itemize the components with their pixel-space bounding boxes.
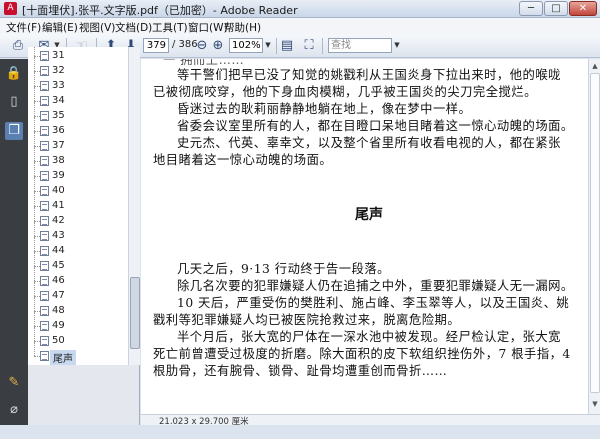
bookmarks-scrollbar[interactable] [128,47,140,365]
bookmark-page-icon [40,111,49,121]
doc-line: 根肋骨，还有腕骨、锁骨、趾骨均遭重创而骨折…… [153,364,448,378]
doc-line: 昏迷过去的耿莉丽静静地躺在地上，像在梦中一样。 [177,102,472,116]
status-bar: 21.023 x 29.700 厘米 [141,414,600,427]
list-item[interactable]: 39 [32,162,126,183]
bookmark-page-icon [40,81,49,91]
list-item[interactable]: 50 [32,327,126,348]
adobe-reader-icon: A [4,2,17,15]
list-item[interactable]: 40 [32,177,126,198]
bookmark-page-icon [40,51,49,61]
bookmark-page-icon [40,351,49,361]
list-item[interactable]: 35 [32,102,126,123]
list-item[interactable]: 45 [32,252,126,273]
menu-bar: 文件(F) 编辑(E) 视图(V) 文档(D) 工具(T) 窗口(W) 帮助(H… [0,18,600,34]
list-item[interactable]: 42 [32,207,126,228]
bookmark-page-icon [40,246,49,256]
list-item[interactable]: 41 [32,192,126,213]
doc-line: 省委会议室里所有的人，都在目瞪口呆地目睹着这一惊心动魄的场面。 [177,119,574,133]
document-scrollbar[interactable]: ▲ ▼ [588,59,600,414]
toolbar-separator [276,38,277,54]
minimize-button[interactable]: ─ [519,1,543,16]
bookmark-page-icon [40,66,49,76]
attachments-icon[interactable]: ⌀ [5,401,23,419]
chapter-heading: 尾声 [355,207,383,223]
page-number-input[interactable]: 379 [143,38,169,53]
fit-page-icon[interactable]: ▤ [279,38,295,54]
bookmark-page-icon [40,336,49,346]
print-icon[interactable]: ⎙ [10,38,26,54]
bookmark-page-icon [40,96,49,106]
scroll-up-icon[interactable]: ▲ [590,61,600,71]
list-item[interactable]: 43 [32,222,126,243]
document-view: 一 拥而上…… 等干警们把早已没了知觉的姚戳利从王国炎身下拉出来时，他的喉咙 已… [141,59,588,414]
menu-tools[interactable]: 工具(T) [152,20,188,35]
bookmark-page-icon [40,201,49,211]
list-item[interactable]: 44 [32,237,126,258]
zoom-out-icon[interactable]: ⊖ [194,38,210,54]
list-item[interactable]: 31 [32,47,126,63]
comments-icon[interactable]: ✎ [5,374,23,392]
bookmark-page-icon [40,261,49,271]
list-item[interactable]: 46 [32,267,126,288]
list-item[interactable]: 49 [32,312,126,333]
window-bottom-edge [0,425,600,439]
document-scroll-thumb[interactable] [590,73,600,393]
menu-document[interactable]: 文档(D) [115,20,152,35]
doc-line: 史元杰、代英、辜幸文，以及整个省里所有收看电视的人，都在紧张 [177,136,561,150]
list-item[interactable]: 34 [32,87,126,108]
scroll-down-icon[interactable]: ▼ [590,399,600,409]
maximize-button[interactable]: □ [544,1,568,16]
search-dropdown-icon[interactable]: ▼ [392,38,402,53]
list-item[interactable]: 38 [32,147,126,168]
doc-line: 几天之后，9·13 行动终于告一段落。 [177,262,390,276]
list-item[interactable]: 48 [32,297,126,318]
list-item[interactable]: 33 [32,72,126,93]
menu-help[interactable]: 帮助(H) [224,20,261,35]
bookmark-page-icon [40,276,49,286]
doc-line: 戳利等犯罪嫌疑人均已被医院抢救过来，脱离危险期。 [153,313,461,327]
doc-line: 死亡前曾遭受过极度的折磨。除大面积的皮下软组织挫伤外，7 根手指，4 [153,347,571,361]
bookmark-page-icon [40,141,49,151]
list-item[interactable]: 47 [32,282,126,303]
doc-line: 10 天后，严重受伤的樊胜利、施占峰、李玉翠等人，以及王国炎、姚 [177,296,570,310]
bookmark-page-icon [40,126,49,136]
doc-line: 除几名次要的犯罪嫌疑人仍在追捕之中外，重要犯罪嫌疑人无一漏网。 [177,279,574,293]
zoom-in-icon[interactable]: ⊕ [210,38,226,54]
doc-line: 已被彻底咬穿，他的下身血肉模糊，几乎被王国炎的尖刀完全搅烂。 [153,85,537,99]
menu-file[interactable]: 文件(F) [6,20,41,35]
bookmark-page-icon [40,156,49,166]
lock-icon[interactable]: 🔒 [5,65,23,83]
pages-icon[interactable]: ▯ [5,93,23,111]
menu-edit[interactable]: 编辑(E) [42,20,78,35]
search-input[interactable]: 查找 [328,38,392,53]
list-item[interactable]: 32 [32,57,126,78]
window-title: [十面埋伏].张平.文字版.pdf（已加密）- Adobe Reader [22,4,298,17]
toolbar-separator [322,38,323,54]
doc-line: 半个月后，张大宽的尸体在一深水池中被发现。经尸检认定，张大宽 [177,330,561,344]
doc-line: 地目睹着这一惊心动魄的场面。 [153,153,333,167]
close-button[interactable]: ✕ [569,1,597,16]
bookmark-page-icon [40,186,49,196]
list-item[interactable]: 37 [32,132,126,153]
bookmarks-icon[interactable]: ❐ [5,122,23,140]
bookmark-page-icon [40,216,49,226]
title-bar: A [十面埋伏].张平.文字版.pdf（已加密）- Adobe Reader ─… [0,0,600,18]
navigation-pane-strip: 🔒 ▯ ❐ ✎ ⌀ [0,59,28,425]
bookmark-page-icon [40,306,49,316]
bookmarks-scroll-thumb[interactable] [130,277,140,349]
doc-line: 等干警们把早已没了知觉的姚戳利从王国炎身下拉出来时，他的喉咙 [177,68,561,82]
bookmark-page-icon [40,231,49,241]
menu-window[interactable]: 窗口(W) [188,20,228,35]
list-item[interactable]: 36 [32,117,126,138]
list-item-selected[interactable]: 尾声 [32,342,126,365]
bookmark-list: 31 32 33 34 35 36 37 38 39 40 41 42 43 4… [28,47,128,365]
fit-width-icon[interactable]: ⛶ [301,38,317,54]
bookmark-page-icon [40,171,49,181]
bookmark-page-icon [40,291,49,301]
bookmark-page-icon [40,321,49,331]
menu-view[interactable]: 视图(V) [79,20,115,35]
zoom-dropdown-icon[interactable]: ▼ [263,38,273,53]
zoom-input[interactable]: 102% [229,38,263,53]
